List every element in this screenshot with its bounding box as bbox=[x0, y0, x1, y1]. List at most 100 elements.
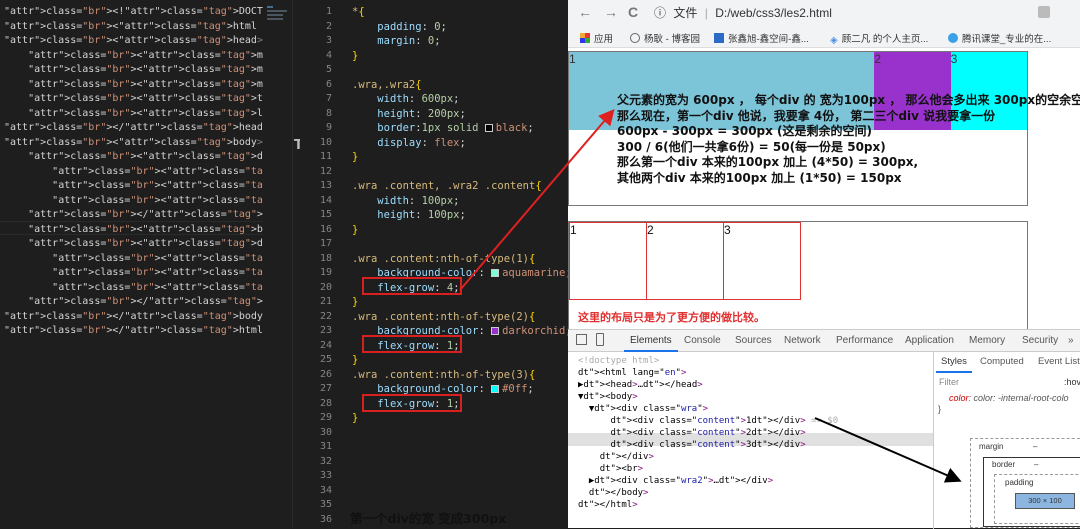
css-code-line[interactable]: *{ bbox=[352, 5, 365, 20]
css-code-line[interactable]: } bbox=[352, 49, 358, 64]
dom-node[interactable]: dt"><div class="content">3dt"></div> bbox=[578, 439, 806, 451]
css-code-line[interactable]: } bbox=[352, 353, 358, 368]
html-code-line[interactable]: "attr">class="br"></"attr">class="tag">d… bbox=[4, 208, 263, 223]
color-swatch[interactable] bbox=[491, 269, 500, 277]
forward-button[interactable]: → bbox=[604, 4, 618, 20]
tab-elements[interactable]: Elements bbox=[624, 335, 678, 352]
color-swatch[interactable] bbox=[491, 327, 500, 335]
css-code-line[interactable]: .wra .content:nth-of-type(2){ bbox=[352, 310, 535, 325]
reload-button[interactable]: C bbox=[628, 4, 638, 20]
css-code-line[interactable]: border:1px solid black; bbox=[352, 121, 533, 136]
tab-application[interactable]: Application bbox=[905, 335, 954, 346]
css-code-line[interactable]: } bbox=[352, 411, 358, 426]
html-code-line[interactable]: "attr">class="br"></"attr">class="tag">b… bbox=[4, 310, 263, 325]
html-code-line[interactable]: "attr">class="br"><"attr">class="tag">me… bbox=[4, 63, 263, 78]
html-code-line[interactable]: "attr">class="br"><"attr">class="tag">di… bbox=[4, 266, 263, 281]
dom-node[interactable]: ▶dt"><div class="wra2">…dt"></div> bbox=[578, 475, 773, 487]
css-code-line[interactable]: width: 100px; bbox=[352, 194, 459, 209]
bookmark-apps[interactable]: 应用 bbox=[580, 31, 613, 45]
html-code-line[interactable]: "attr">class="br"><"attr">class="tag">me… bbox=[4, 78, 263, 93]
line-number: 5 bbox=[325, 64, 332, 75]
dom-node[interactable]: dt"><div class="content">1dt"></div> == … bbox=[578, 415, 839, 427]
html-code-line[interactable]: "attr">class="br"><"attr">class="tag">di… bbox=[4, 179, 263, 194]
html-code-line[interactable]: "attr">class="br"><"attr">class="tag">ti… bbox=[4, 92, 263, 107]
css-code-line[interactable]: .wra .content:nth-of-type(3){ bbox=[352, 368, 535, 383]
tab-security[interactable]: Security bbox=[1022, 335, 1058, 346]
html-editor[interactable]: "attr">class="br"><!"attr">class="tag">D… bbox=[0, 0, 263, 528]
dom-node[interactable]: ▼dt"><body> bbox=[578, 391, 638, 403]
wra2-item-1[interactable]: 1 bbox=[569, 222, 647, 300]
html-code-line[interactable]: "attr">class="br"></"attr">class="tag">d… bbox=[4, 295, 263, 310]
html-code-line[interactable]: "attr">class="br"><"attr">class="tag">di… bbox=[4, 237, 263, 252]
css-code-line[interactable]: .wra .content, .wra2 .content{ bbox=[352, 179, 542, 194]
html-code-line[interactable]: "attr">class="br"><"attr">class="tag">ht… bbox=[4, 20, 263, 35]
css-code-line[interactable]: .wra .content:nth-of-type(1){ bbox=[352, 252, 535, 267]
dom-node[interactable]: dt"><div class="content">2dt"></div> bbox=[578, 427, 806, 439]
tab-styles[interactable]: Styles bbox=[941, 356, 967, 367]
minimap[interactable] bbox=[263, 0, 293, 528]
address-bar[interactable]: ⓘ 文件 | D:/web/css3/les2.html bbox=[648, 3, 1078, 24]
hov-toggle[interactable]: :hov bbox=[1064, 374, 1080, 390]
tab-memory[interactable]: Memory bbox=[969, 335, 1005, 346]
wra2-item-3[interactable]: 3 bbox=[723, 222, 801, 300]
html-code-line[interactable]: "attr">class="br"><"attr">class="tag">br… bbox=[4, 223, 263, 238]
html-code-line[interactable]: "attr">class="br"></"attr">class="tag">h… bbox=[4, 324, 263, 339]
line-number: 12 bbox=[319, 165, 332, 177]
tab-console[interactable]: Console bbox=[684, 335, 721, 346]
css-editor[interactable]: 1 2 3 4 5 6 7 8 9 10 11 12 13 14 15 16 17 18 19 20 21 22 23 24 2… bbox=[300, 0, 568, 528]
styles-filter-input[interactable]: Filter:hov bbox=[936, 374, 1080, 390]
tab-sources[interactable]: Sources bbox=[735, 335, 772, 346]
html-code-line[interactable]: "attr">class="br"><"attr">class="tag">he… bbox=[4, 34, 263, 49]
color-swatch[interactable] bbox=[491, 385, 500, 393]
css-code-line[interactable]: width: 600px; bbox=[352, 92, 459, 107]
css-code-line[interactable]: .wra,.wra2{ bbox=[352, 78, 422, 93]
inspect-element-icon[interactable] bbox=[576, 334, 587, 345]
tab-performance[interactable]: Performance bbox=[836, 335, 893, 346]
dom-node[interactable]: dt"></body> bbox=[578, 487, 649, 499]
dom-node[interactable]: ▶dt"><head>…dt"></head> bbox=[578, 379, 703, 391]
bookmark-tencent[interactable]: 腾讯课堂_专业的在... bbox=[948, 31, 1051, 45]
device-toggle-icon[interactable] bbox=[596, 333, 604, 346]
tencent-icon bbox=[948, 33, 958, 43]
wra2-item-2[interactable]: 2 bbox=[646, 222, 724, 300]
info-icon[interactable]: ⓘ bbox=[654, 6, 666, 20]
css-code-line[interactable]: } bbox=[352, 150, 358, 165]
bookmark-zhangxinxu[interactable]: 张鑫旭-鑫空间-鑫... bbox=[714, 31, 809, 45]
css-code-line[interactable]: height: 100px; bbox=[352, 208, 466, 223]
html-code-line[interactable]: "attr">class="br"><"attr">class="tag">bo… bbox=[4, 136, 263, 151]
html-code-line[interactable]: "attr">class="br"><"attr">class="tag">di… bbox=[4, 150, 263, 165]
dom-node[interactable]: dt"></html> bbox=[578, 499, 638, 511]
line-number: 26 bbox=[319, 368, 332, 380]
css-code-line[interactable]: display: flex; bbox=[352, 136, 466, 151]
html-code-line[interactable]: "attr">class="br"><"attr">class="tag">di… bbox=[4, 252, 263, 267]
bookmark-blog[interactable]: 杨耿 - 博客园 bbox=[630, 31, 700, 45]
html-code-line[interactable]: "attr">class="br"><!"attr">class="tag">D… bbox=[4, 5, 263, 20]
dom-node[interactable]: dt"><br> bbox=[578, 463, 643, 475]
html-code-line[interactable]: "attr">class="br"><"attr">class="tag">me… bbox=[4, 49, 263, 64]
css-code-line[interactable]: height: 200px; bbox=[352, 107, 466, 122]
css-code-line[interactable]: } bbox=[352, 223, 358, 238]
line-number: 22 bbox=[319, 310, 332, 322]
color-swatch[interactable] bbox=[484, 124, 493, 132]
tab-event-listeners[interactable]: Event Liste bbox=[1038, 356, 1080, 367]
box-model-content[interactable]: 300 × 100 bbox=[1015, 493, 1075, 509]
html-code-line[interactable]: "attr">class="br"></"attr">class="tag">h… bbox=[4, 121, 263, 136]
html-code-line[interactable]: "attr">class="br"><"attr">class="tag">li… bbox=[4, 107, 263, 122]
back-button[interactable]: ← bbox=[578, 4, 592, 20]
css-code-line[interactable]: padding: 0; bbox=[352, 20, 447, 35]
css-code-line[interactable]: margin: 0; bbox=[352, 34, 440, 49]
tab-network[interactable]: Network bbox=[784, 335, 821, 346]
more-tabs-button[interactable]: » bbox=[1068, 335, 1074, 346]
bookmark-guerfan[interactable]: ◈ 顾二凡 的个人主页... bbox=[830, 31, 928, 46]
dom-node[interactable]: dt"></div> bbox=[578, 451, 654, 463]
translate-icon[interactable] bbox=[1038, 6, 1050, 18]
html-code-line[interactable]: "attr">class="br"><"attr">class="tag">di… bbox=[4, 281, 263, 296]
tab-computed[interactable]: Computed bbox=[980, 356, 1024, 367]
dom-node[interactable]: ▼dt"><div class="wra"> bbox=[578, 403, 708, 415]
css-code-line[interactable]: } bbox=[352, 295, 358, 310]
dom-node[interactable]: dt"><html lang="en"> bbox=[578, 367, 686, 379]
html-code-line[interactable]: "attr">class="br"><"attr">class="tag">di… bbox=[4, 194, 263, 209]
separator: | bbox=[704, 6, 708, 20]
dom-node[interactable]: <!doctype html> bbox=[578, 355, 659, 367]
html-code-line[interactable]: "attr">class="br"><"attr">class="tag">di… bbox=[4, 165, 263, 180]
